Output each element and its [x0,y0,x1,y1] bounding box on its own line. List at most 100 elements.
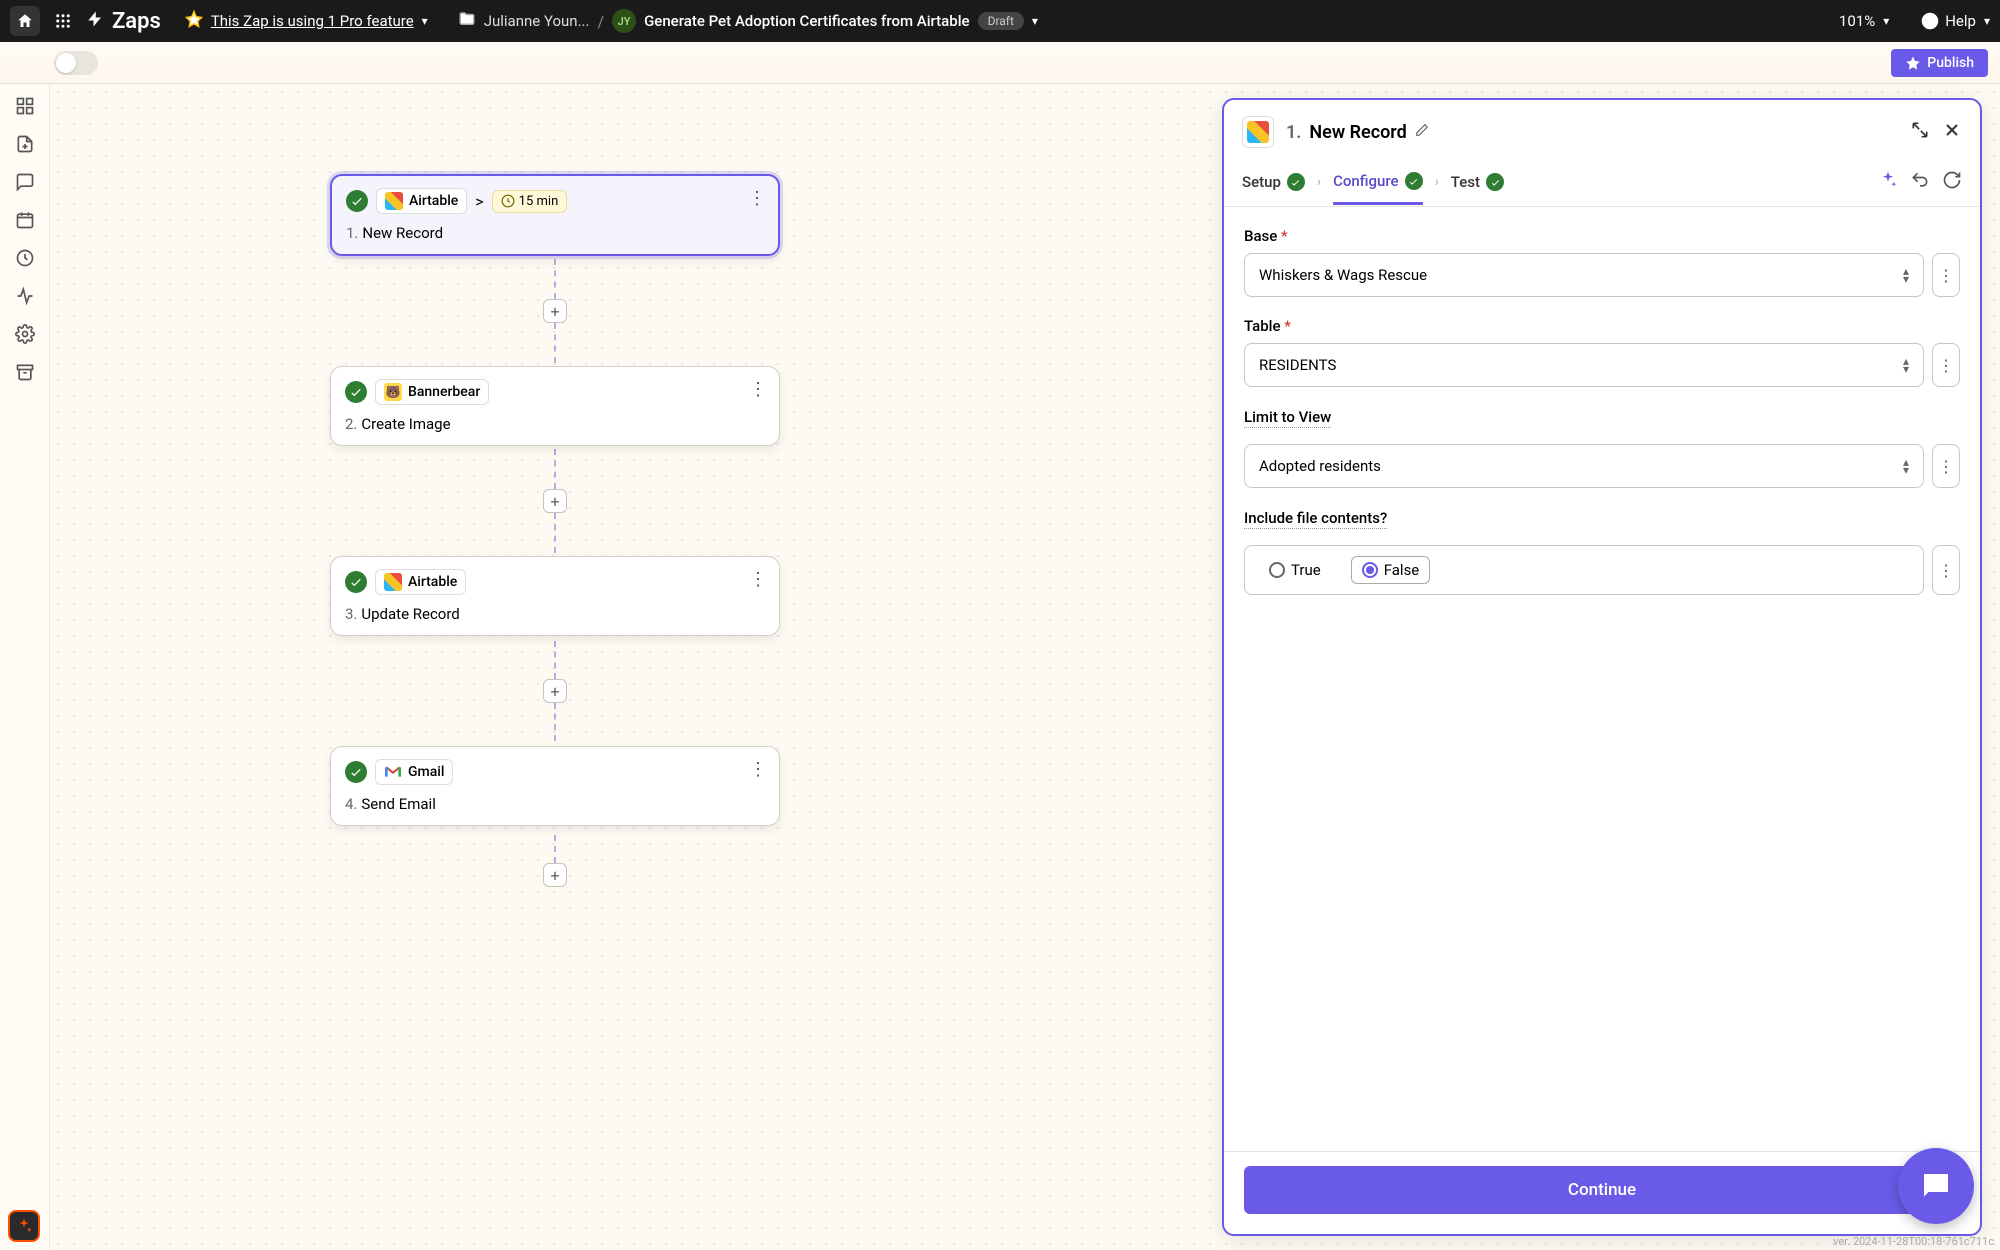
panel-app-icon [1242,116,1274,148]
draft-badge: Draft [978,12,1024,30]
continue-button[interactable]: Continue [1244,1166,1960,1214]
select-chevrons-icon: ▴▾ [1903,357,1909,373]
pro-feature-link[interactable]: This Zap is using 1 Pro feature [211,12,414,30]
calendar-icon[interactable] [13,208,37,232]
add-step-button[interactable]: + [543,679,567,703]
app-chip-bannerbear: 🐻 Bannerbear [375,379,489,405]
field-options-icon[interactable]: ⋮ [1932,253,1960,297]
tab-configure[interactable]: Configure [1333,172,1422,205]
table-select[interactable]: RESIDENTS ▴▾ [1244,343,1924,387]
undo-icon[interactable] [1910,170,1930,194]
connector-2: + [330,446,780,556]
radio-true[interactable]: True [1259,557,1331,583]
ai-assistant-icon[interactable] [8,1210,40,1242]
panel-step-num: 1. [1286,122,1301,143]
field-options-icon[interactable]: ⋮ [1932,343,1960,387]
zoom-chevron-icon[interactable]: ▾ [1883,14,1889,28]
check-icon [1486,173,1504,191]
bannerbear-icon: 🐻 [384,383,402,401]
check-icon [346,190,368,212]
avatar: JY [612,9,636,33]
add-step-button[interactable]: + [543,489,567,513]
chevron-down-icon[interactable]: ▾ [422,14,428,28]
include-label: Include file contents? [1244,509,1387,529]
field-options-icon[interactable]: ⋮ [1932,545,1960,595]
step-menu-icon[interactable]: ⋮ [749,569,767,590]
step-detail-panel: 1. New Record [1222,98,1982,1236]
home-icon[interactable] [10,6,40,36]
connector-4: + [330,826,780,896]
check-icon [345,761,367,783]
enable-toggle[interactable] [54,51,98,75]
check-icon [345,381,367,403]
expand-icon[interactable] [1910,120,1930,145]
archive-icon[interactable] [13,360,37,384]
chat-bubble-icon[interactable] [1898,1148,1974,1224]
add-step-button[interactable]: + [543,863,567,887]
editor-canvas[interactable]: Airtable > 15 min ⋮ 1.New Record + [50,84,2000,1250]
connector-3: + [330,636,780,746]
settings-gear-icon[interactable] [13,322,37,346]
radio-icon [1362,562,1378,578]
title-chevron-icon[interactable]: ▾ [1032,14,1038,28]
connector-1: + [330,256,780,366]
workspace-crumb[interactable]: Julianne Youn... [484,12,590,30]
tab-setup[interactable]: Setup [1242,173,1305,203]
add-step-button[interactable]: + [543,299,567,323]
tool-grid-icon[interactable] [13,94,37,118]
table-label: Table * [1244,317,1960,335]
app-chip-airtable: Airtable [376,188,467,214]
bolt-icon [86,10,104,33]
step-menu-icon[interactable]: ⋮ [749,759,767,780]
limit-label: Limit to View [1244,408,1331,428]
airtable-icon [1247,121,1269,143]
publish-button[interactable]: Publish [1891,49,1988,77]
close-icon[interactable] [1942,120,1962,145]
edit-icon[interactable] [1415,123,1429,141]
limit-view-select[interactable]: Adopted residents ▴▾ [1244,444,1924,488]
comment-icon[interactable] [13,170,37,194]
zaps-label: Zaps [112,9,161,34]
refresh-icon[interactable] [1942,170,1962,194]
radio-false[interactable]: False [1351,556,1431,584]
panel-step-title: New Record [1309,122,1406,143]
chevron-right-icon: › [1317,174,1321,190]
folder-icon [458,10,476,32]
chevron-right-icon: › [1435,174,1439,190]
base-select[interactable]: Whiskers & Wags Rescue ▴▾ [1244,253,1924,297]
zoom-level[interactable]: 101% [1839,12,1875,30]
ai-sparkle-icon[interactable] [1878,170,1898,194]
tab-test[interactable]: Test [1451,173,1504,203]
star-icon [185,10,203,32]
check-icon [345,571,367,593]
zap-title[interactable]: Generate Pet Adoption Certificates from … [644,12,970,30]
select-chevrons-icon: ▴▾ [1903,458,1909,474]
radio-icon [1269,562,1285,578]
base-label: Base * [1244,227,1960,245]
add-file-icon[interactable] [13,132,37,156]
polling-chip: 15 min [492,190,568,213]
step-card-2[interactable]: 🐻 Bannerbear ⋮ 2.Create Image [330,366,780,446]
step-card-4[interactable]: Gmail ⋮ 4.Send Email [330,746,780,826]
apps-grid-icon[interactable] [48,6,78,36]
step-card-1[interactable]: Airtable > 15 min ⋮ 1.New Record [330,174,780,256]
breadcrumb-separator: / [597,12,604,31]
airtable-icon [385,192,403,210]
version-text: ver. 2024-11-28T00:18-761c711c [1833,1235,1994,1248]
app-chip-gmail: Gmail [375,759,453,785]
select-chevrons-icon: ▴▾ [1903,267,1909,283]
step-menu-icon[interactable]: ⋮ [749,379,767,400]
step-menu-icon[interactable]: ⋮ [748,188,766,209]
help-button[interactable]: Help [1921,12,1976,30]
left-sidebar [0,84,50,1250]
field-options-icon[interactable]: ⋮ [1932,444,1960,488]
help-chevron-icon[interactable]: ▾ [1984,14,1990,28]
airtable-icon [384,573,402,591]
check-icon [1287,173,1305,191]
history-icon[interactable] [13,246,37,270]
activity-icon[interactable] [13,284,37,308]
step-card-3[interactable]: Airtable ⋮ 3.Update Record [330,556,780,636]
gmail-icon [384,763,402,781]
check-icon [1405,172,1423,190]
app-chip-airtable: Airtable [375,569,466,595]
